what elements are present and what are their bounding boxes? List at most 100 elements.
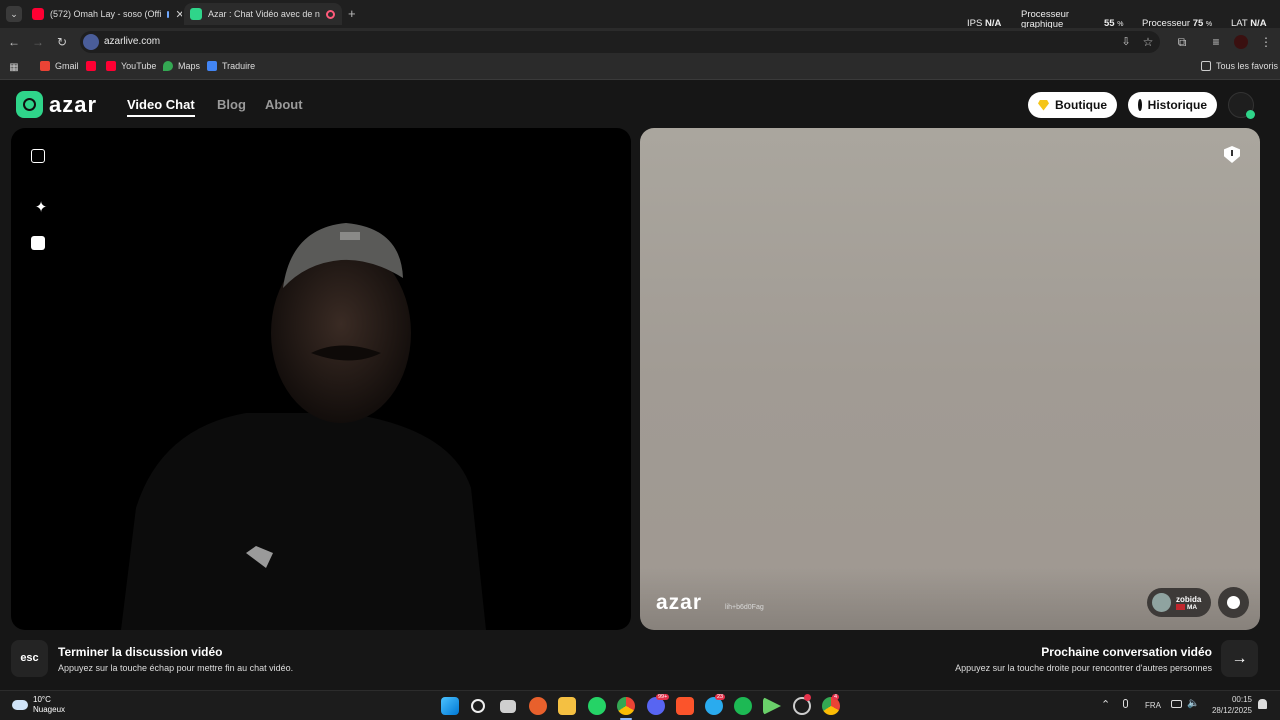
chat-bubble-icon bbox=[1227, 596, 1240, 609]
report-alert-icon bbox=[1231, 150, 1233, 156]
reload-icon[interactable]: ↻ bbox=[54, 34, 70, 50]
weather-desc: Nuageux bbox=[33, 705, 66, 714]
steam-badge bbox=[804, 694, 811, 701]
volume-icon[interactable]: 🔈 bbox=[1187, 698, 1199, 709]
install-app-icon[interactable]: ⇩ bbox=[1118, 34, 1134, 50]
historique-button[interactable]: Historique bbox=[1128, 92, 1217, 118]
end-chat-title: Terminer la discussion vidéo bbox=[58, 645, 223, 659]
boutique-button[interactable]: Boutique bbox=[1028, 92, 1117, 118]
bookmark-youtube-icon-only[interactable] bbox=[86, 61, 96, 71]
tab-youtube[interactable]: (572) Omah Lay - soso (Offi ✕ bbox=[26, 3, 182, 25]
partner-country: MA bbox=[1187, 603, 1198, 611]
whatsapp-icon[interactable] bbox=[588, 697, 606, 715]
file-explorer-icon[interactable] bbox=[558, 697, 576, 715]
next-chat-hint: Prochaine conversation vidéo Appuyez sur… bbox=[955, 645, 1212, 673]
reading-list-icon[interactable]: ≡ bbox=[1208, 34, 1224, 50]
nav-about[interactable]: About bbox=[265, 97, 303, 112]
effects-sparkle-icon[interactable]: ✦ bbox=[33, 200, 49, 216]
arrow-right-icon: → bbox=[1231, 650, 1248, 667]
clock[interactable]: 00:15 28/12/2025 bbox=[1210, 694, 1252, 716]
clock-date: 28/12/2025 bbox=[1211, 706, 1252, 715]
profile-avatar[interactable] bbox=[1234, 35, 1248, 49]
azar-watermark: azar bbox=[656, 591, 703, 614]
windows-start-icon[interactable] bbox=[441, 697, 459, 715]
clock-time: 00:15 bbox=[1231, 695, 1252, 704]
online-badge bbox=[1246, 110, 1255, 119]
discord-badge: 99+ bbox=[656, 694, 670, 700]
tab-azar[interactable]: Azar : Chat Vidéo avec de n ✕ bbox=[184, 3, 342, 25]
chrome-profile-badge: 4 bbox=[832, 694, 840, 700]
apps-grid-icon[interactable]: ▦ bbox=[6, 60, 22, 76]
partner-avatar bbox=[1152, 593, 1171, 612]
bookmark-youtube[interactable]: YouTube bbox=[106, 61, 156, 71]
self-video-panel: ✦ bbox=[11, 128, 631, 630]
youtube-icon bbox=[106, 61, 116, 71]
bookmarks-bar: ▦ Gmail YouTube Maps Traduire Tous les f… bbox=[0, 56, 1280, 80]
report-button[interactable] bbox=[1224, 146, 1240, 163]
all-bookmarks-folder[interactable]: Tous les favoris bbox=[1201, 61, 1278, 71]
tray-chevron-icon[interactable]: ⌃ bbox=[1101, 698, 1110, 711]
screenshot-icon[interactable] bbox=[31, 149, 45, 163]
url-text[interactable]: azarlive.com bbox=[104, 36, 160, 47]
menu-icon[interactable]: ⋮ bbox=[1258, 34, 1274, 50]
notification-bell-icon[interactable] bbox=[1258, 699, 1267, 709]
morocco-flag-icon bbox=[1176, 604, 1185, 610]
azar-logo-text: azar bbox=[49, 91, 98, 117]
cast-icon bbox=[167, 10, 170, 18]
site-info-icon[interactable] bbox=[83, 34, 99, 50]
next-chat-button[interactable]: → bbox=[1221, 640, 1258, 677]
browser-tab-strip: ⌄ (572) Omah Lay - soso (Offi ✕ Azar : C… bbox=[0, 0, 1280, 30]
new-tab-button[interactable]: + bbox=[348, 6, 356, 21]
face-filter-icon[interactable] bbox=[31, 236, 45, 250]
next-chat-subtitle: Appuyez sur la touche droite pour rencon… bbox=[955, 663, 1212, 673]
next-chat-title: Prochaine conversation vidéo bbox=[1041, 645, 1212, 659]
telegram-badge: 23 bbox=[715, 694, 726, 700]
back-icon[interactable]: ← bbox=[6, 34, 22, 50]
clock-icon bbox=[1138, 99, 1145, 111]
media-player-icon[interactable] bbox=[763, 697, 781, 715]
chrome-icon[interactable] bbox=[617, 697, 635, 715]
self-camera-feed bbox=[121, 223, 486, 630]
windows-taskbar: 10°C Nuageux 99+ 23 4 ⌃ FRA 🔈 00:15 28/1… bbox=[0, 690, 1280, 720]
brave-app-icon[interactable] bbox=[529, 697, 547, 715]
bookmark-star-icon[interactable]: ☆ bbox=[1140, 34, 1156, 50]
translate-icon bbox=[207, 61, 217, 71]
end-chat-hint: Terminer la discussion vidéo Appuyez sur… bbox=[58, 645, 293, 673]
search-icon[interactable] bbox=[471, 699, 485, 713]
azar-logo[interactable]: azar bbox=[16, 91, 97, 118]
user-avatar[interactable] bbox=[1228, 92, 1255, 119]
nav-blog[interactable]: Blog bbox=[217, 97, 246, 112]
watermark-id: lih+b6d0Fag bbox=[725, 604, 764, 611]
bookmark-maps[interactable]: Maps bbox=[163, 61, 200, 71]
end-chat-subtitle: Appuyez sur la touche échap pour mettre … bbox=[58, 663, 294, 673]
nav-video-chat[interactable]: Video Chat bbox=[127, 97, 195, 117]
chat-button[interactable] bbox=[1218, 587, 1249, 618]
forward-icon[interactable]: → bbox=[30, 34, 46, 50]
spotify-icon[interactable] bbox=[734, 697, 752, 715]
task-view-icon[interactable] bbox=[500, 700, 516, 713]
extensions-icon[interactable]: ⧉ bbox=[1174, 34, 1190, 50]
maps-pin-icon bbox=[163, 61, 173, 71]
esc-key-button[interactable]: esc bbox=[11, 640, 48, 677]
partner-profile-chip[interactable]: zobida MA bbox=[1147, 588, 1211, 617]
close-tab-icon[interactable]: ✕ bbox=[175, 8, 182, 21]
brave-browser-icon[interactable] bbox=[676, 697, 694, 715]
close-tab-icon[interactable]: ✕ bbox=[341, 8, 342, 21]
bookmark-traduire[interactable]: Traduire bbox=[207, 61, 255, 71]
address-bar[interactable]: azarlive.com ⇩ ☆ bbox=[80, 31, 1160, 53]
tab-search-button[interactable]: ⌄ bbox=[6, 6, 22, 22]
cloud-icon bbox=[12, 700, 28, 710]
network-icon[interactable] bbox=[1171, 700, 1182, 708]
bookmark-gmail[interactable]: Gmail bbox=[40, 61, 79, 71]
microphone-icon[interactable] bbox=[1123, 699, 1128, 708]
tab-title: Azar : Chat Vidéo avec de n bbox=[208, 9, 320, 19]
gmail-icon bbox=[40, 61, 50, 71]
gpu-label: Processeur graphique bbox=[1021, 9, 1070, 30]
azar-favicon-icon bbox=[190, 8, 202, 20]
youtube-icon bbox=[32, 8, 44, 20]
weather-widget[interactable]: 10°C Nuageux bbox=[12, 695, 65, 715]
azar-logo-icon bbox=[16, 91, 43, 118]
partner-video-panel: azar lih+b6d0Fag zobida MA bbox=[640, 128, 1260, 630]
language-indicator[interactable]: FRA bbox=[1145, 701, 1161, 710]
folder-icon bbox=[1201, 61, 1211, 71]
